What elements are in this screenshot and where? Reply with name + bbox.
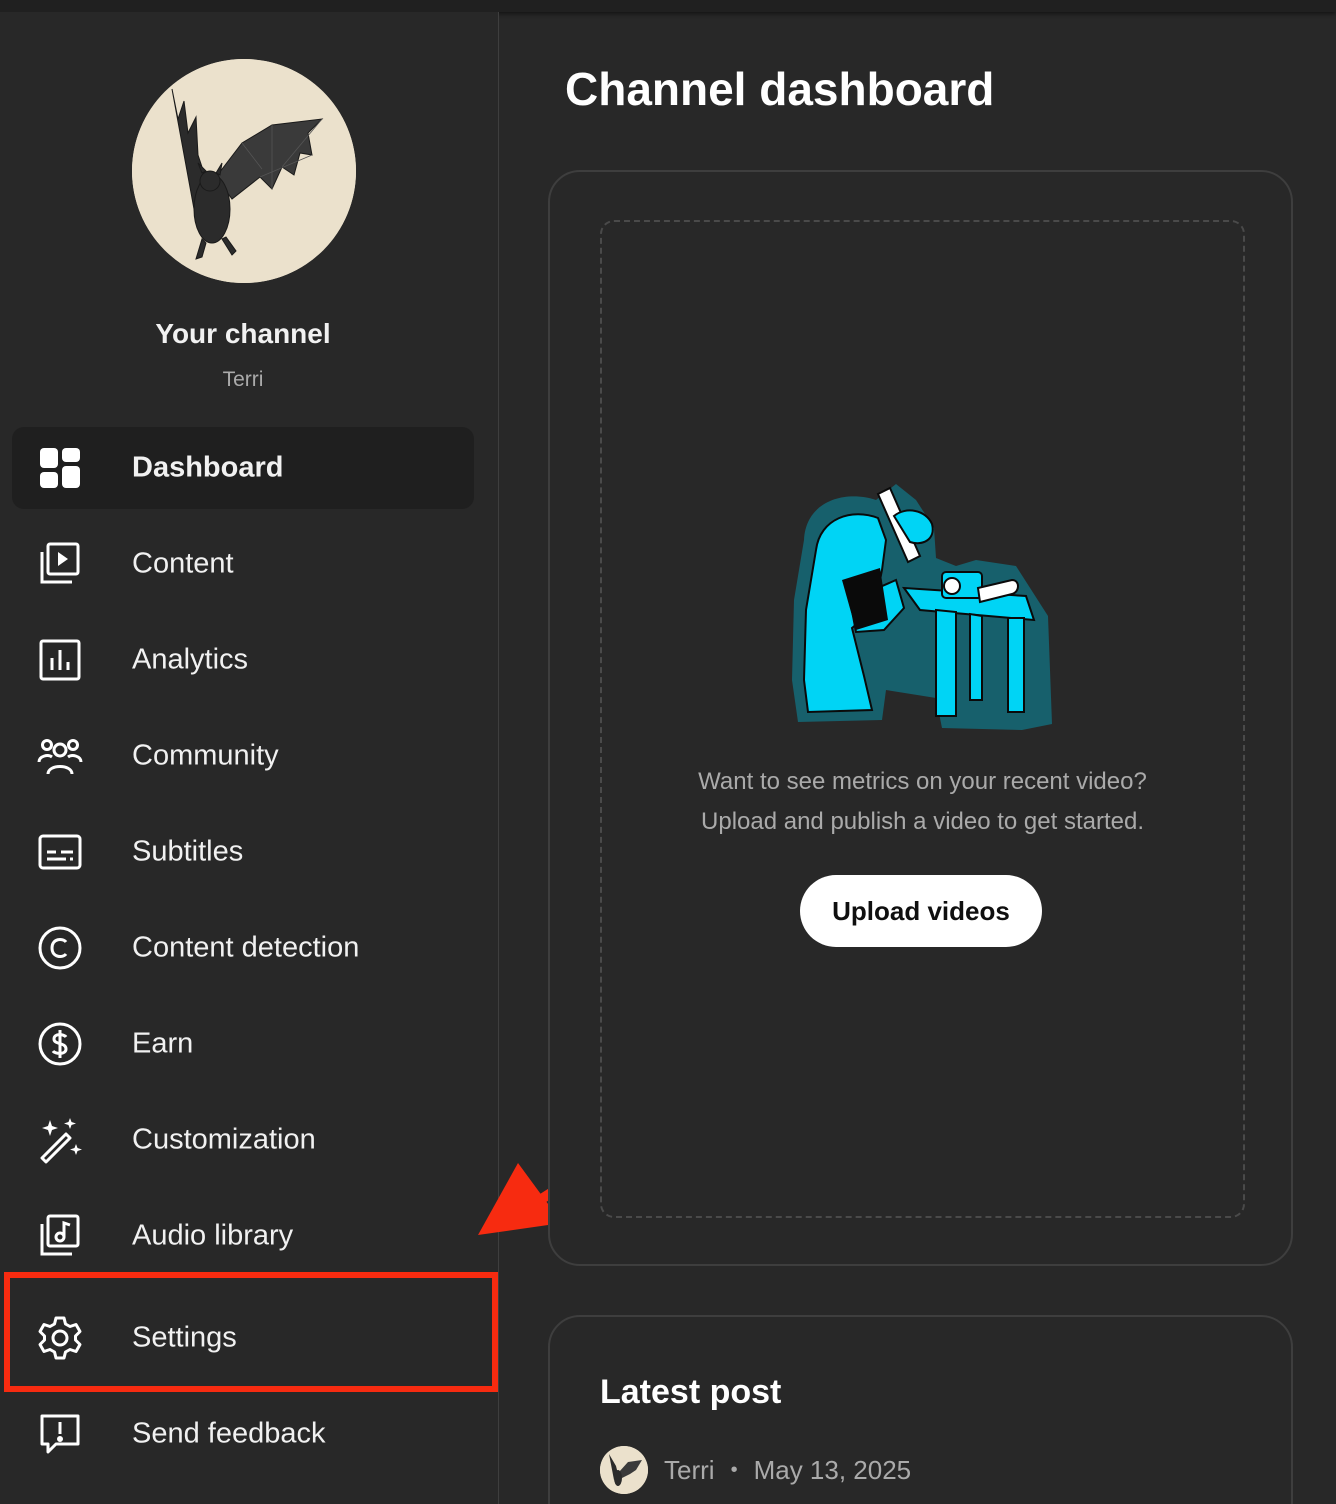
bat-image — [600, 1446, 648, 1494]
sidebar-item-label: Community — [132, 739, 279, 772]
sidebar-item-label: Settings — [132, 1321, 237, 1354]
post-meta: Terri • May 13, 2025 — [600, 1445, 911, 1495]
post-author[interactable]: Terri — [664, 1455, 715, 1486]
meta-separator: • — [730, 1458, 738, 1481]
audio-library-icon — [36, 1212, 84, 1260]
sidebar-item-label: Send feedback — [132, 1417, 326, 1450]
post-author-avatar[interactable] — [600, 1446, 648, 1494]
channel-title: Your channel — [155, 318, 331, 349]
sidebar-item-label: Content — [132, 547, 234, 580]
page-title: Channel dashboard — [565, 63, 995, 115]
feedback-icon — [36, 1410, 84, 1458]
upload-card: Want to see metrics on your recent video… — [548, 170, 1293, 1266]
latest-post-title: Latest post — [600, 1373, 782, 1411]
subtitles-icon — [36, 828, 84, 876]
sidebar-item-label: Earn — [132, 1027, 194, 1060]
dashboard-icon — [36, 444, 84, 492]
sidebar-item-label: Dashboard — [132, 451, 284, 484]
channel-name: Terri — [222, 368, 264, 391]
sidebar-item-content[interactable]: Content — [12, 523, 474, 605]
analytics-icon — [36, 636, 84, 684]
dollar-icon — [36, 1020, 84, 1068]
channel-avatar[interactable] — [132, 59, 356, 283]
bat-image — [132, 59, 356, 283]
sidebar-item-analytics[interactable]: Analytics — [12, 619, 474, 701]
upload-prompt-line-2: Upload and publish a video to get starte… — [701, 808, 1144, 835]
upload-illustration-icon — [792, 484, 1052, 730]
sidebar-item-dashboard[interactable]: Dashboard — [12, 427, 474, 509]
sidebar-item-earn[interactable]: Earn — [12, 1003, 474, 1085]
magic-wand-icon — [36, 1116, 84, 1164]
upload-prompt-text: Want to see metrics on your recent video… — [550, 762, 1295, 842]
sidebar-item-label: Audio library — [132, 1219, 294, 1252]
sidebar-item-community[interactable]: Community — [12, 715, 474, 797]
sidebar-item-label: Analytics — [132, 643, 249, 676]
sidebar-item-audio-library[interactable]: Audio library — [12, 1195, 474, 1277]
sidebar-item-subtitles[interactable]: Subtitles — [12, 811, 474, 893]
sidebar-item-send-feedback[interactable]: Send feedback — [12, 1393, 474, 1475]
content-icon — [36, 540, 84, 588]
top-bar — [0, 0, 1336, 12]
sidebar-item-content-detection[interactable]: Content detection — [12, 907, 474, 989]
copyright-icon — [36, 924, 84, 972]
community-icon — [36, 732, 84, 780]
upload-videos-button[interactable]: Upload videos — [800, 875, 1042, 947]
sidebar-item-settings[interactable]: Settings — [12, 1297, 474, 1379]
latest-post-card: Latest post Terri • May 13, 2025 — [548, 1315, 1293, 1504]
sidebar-item-label: Customization — [132, 1123, 316, 1156]
upload-prompt-line-1: Want to see metrics on your recent video… — [698, 768, 1147, 795]
sidebar-item-label: Subtitles — [132, 835, 244, 868]
sidebar-item-customization[interactable]: Customization — [12, 1099, 474, 1181]
post-date: May 13, 2025 — [753, 1454, 912, 1485]
sidebar: Your channel Terri Dashboard Content Ana… — [0, 12, 499, 1504]
gear-icon — [36, 1314, 84, 1362]
sidebar-item-label: Content detection — [132, 931, 360, 964]
